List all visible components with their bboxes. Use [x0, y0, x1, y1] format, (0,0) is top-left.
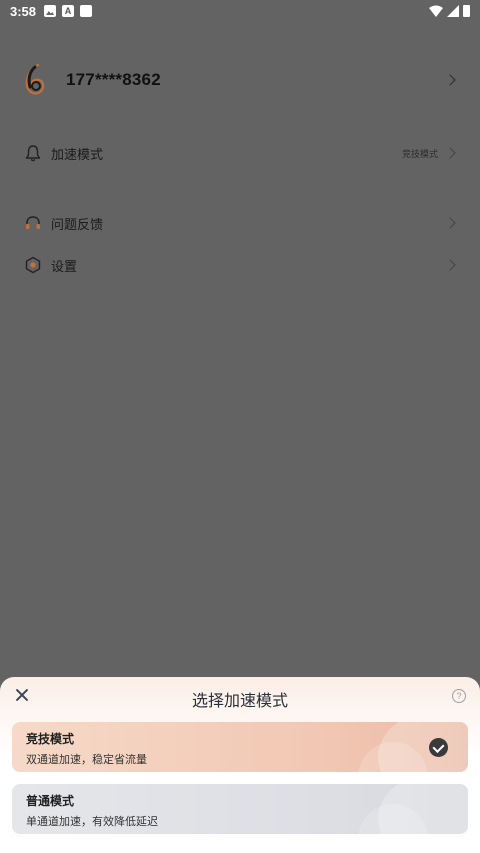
mode-description: 单通道加速，有效降低延迟	[26, 815, 158, 828]
phone-number: 177****8362	[66, 70, 161, 89]
mode-option-normal[interactable]: 普通模式 单通道加速，有效降低延迟	[12, 784, 468, 834]
chevron-right-icon	[444, 147, 456, 159]
menu-item-label: 设置	[51, 259, 78, 275]
menu-item-label: 问题反馈	[51, 217, 104, 233]
wifi-icon	[429, 5, 443, 17]
menu-item-accel-mode[interactable]: 加速模式 竞技模式	[0, 133, 480, 173]
mode-option-competitive[interactable]: 竞技模式 双通道加速，稳定省流量	[12, 722, 468, 772]
status-time: 3:58	[10, 3, 37, 19]
check-circle-icon	[429, 738, 448, 757]
profile-row[interactable]: 177****8362	[0, 52, 480, 108]
chevron-right-icon	[444, 217, 456, 229]
a-notification-icon: A	[62, 5, 75, 17]
battery-icon	[463, 5, 470, 17]
app-notification-icon	[80, 5, 93, 17]
sheet-title: 选择加速模式	[191, 691, 288, 710]
chevron-right-icon	[444, 259, 456, 271]
signal-icon	[447, 5, 459, 17]
sheet-header: 选择加速模式 ?	[0, 677, 480, 717]
mode-description: 双通道加速，稳定省流量	[26, 753, 147, 766]
avatar	[25, 63, 45, 95]
chevron-right-icon	[444, 74, 456, 86]
menu-item-label: 加速模式	[51, 147, 104, 163]
menu-item-feedback[interactable]: 问题反馈	[0, 203, 480, 243]
current-mode-value: 竞技模式	[401, 149, 438, 160]
mode-select-sheet: 选择加速模式 ? 竞技模式 双通道加速，稳定省流量 普通模式 单通道加速，有效降…	[0, 677, 480, 853]
gallery-notification-icon	[44, 5, 57, 17]
gear-icon	[24, 256, 42, 274]
bell-icon	[24, 144, 42, 162]
mode-name: 竞技模式	[26, 732, 75, 746]
mode-name: 普通模式	[26, 794, 75, 808]
status-bar: 3:58 A	[0, 0, 480, 22]
headset-icon	[24, 214, 42, 232]
help-icon[interactable]: ?	[452, 689, 466, 703]
menu-item-settings[interactable]: 设置	[0, 245, 480, 285]
